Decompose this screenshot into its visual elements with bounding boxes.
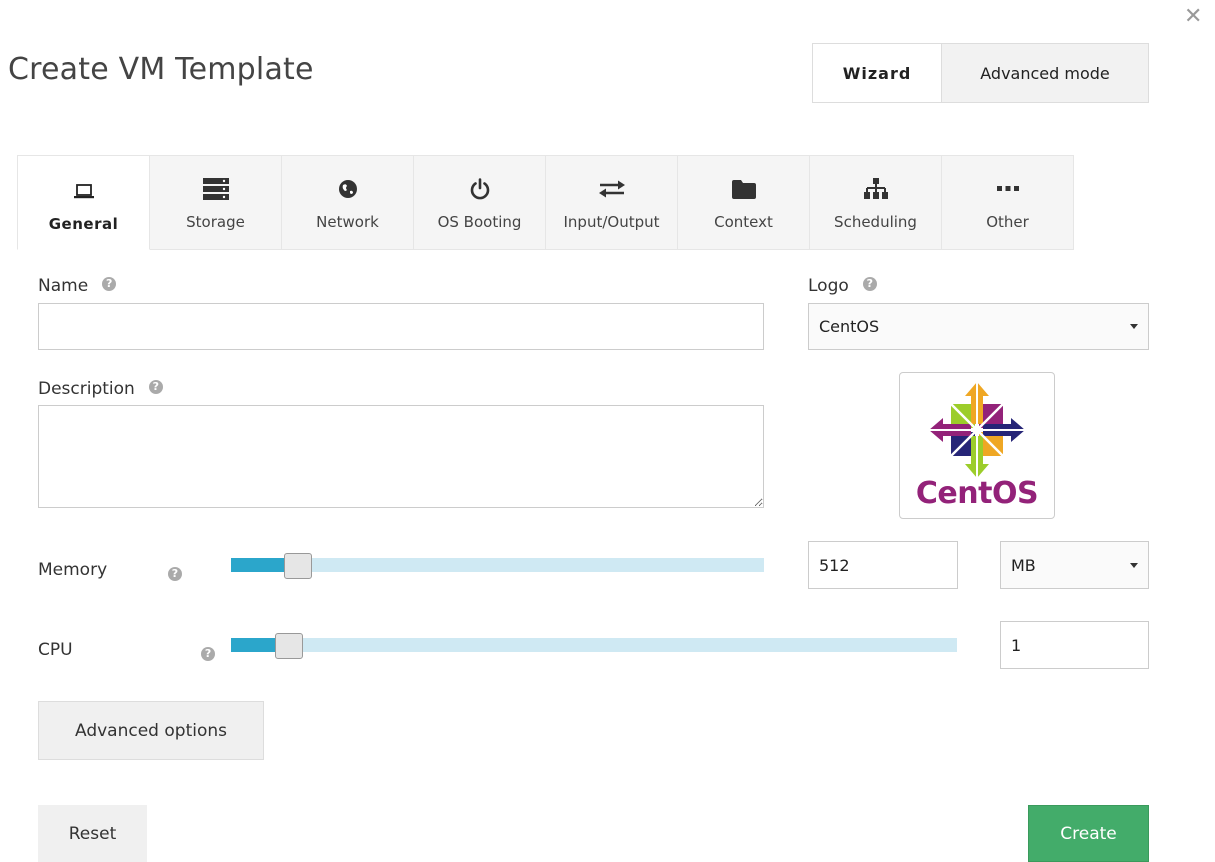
tab-label: Network xyxy=(316,212,379,231)
tab-general[interactable]: General xyxy=(17,155,150,250)
memory-label: Memory xyxy=(38,560,108,580)
close-icon[interactable]: ✕ xyxy=(1184,6,1202,28)
cpu-slider[interactable] xyxy=(231,633,957,659)
tab-os-booting[interactable]: OS Booting xyxy=(414,155,546,250)
tab-input-output[interactable]: Input/Output xyxy=(546,155,678,250)
advanced-mode-button[interactable]: Advanced mode xyxy=(942,44,1148,102)
name-input[interactable] xyxy=(38,303,764,350)
help-icon[interactable]: ? xyxy=(862,277,877,291)
tab-network[interactable]: Network xyxy=(282,155,414,250)
description-label-row: Description? xyxy=(38,379,163,399)
help-icon[interactable]: ? xyxy=(201,646,216,661)
tab-label: General xyxy=(48,214,119,233)
memory-slider-handle[interactable] xyxy=(284,553,313,579)
memory-unit-select[interactable]: MB xyxy=(1000,541,1149,589)
tab-other[interactable]: Other xyxy=(942,155,1074,250)
centos-logo-text: CentOS xyxy=(915,476,1039,511)
sitemap-icon xyxy=(863,175,888,203)
logo-label-row: Logo? xyxy=(808,276,877,296)
memory-input[interactable] xyxy=(808,541,958,589)
tab-context[interactable]: Context xyxy=(678,155,810,250)
wizard-mode-button[interactable]: Wizard xyxy=(813,44,942,102)
description-textarea[interactable] xyxy=(38,405,764,508)
tab-label: Context xyxy=(714,212,773,231)
tab-storage[interactable]: Storage xyxy=(150,155,282,250)
power-icon xyxy=(469,175,491,203)
help-icon[interactable]: ? xyxy=(168,566,182,581)
tab-label: Scheduling xyxy=(834,212,917,231)
tab-label: Other xyxy=(986,212,1029,231)
mode-toggle: Wizard Advanced mode xyxy=(812,43,1149,103)
name-label: Name xyxy=(38,276,89,296)
centos-logo-icon xyxy=(929,382,1025,478)
arrows-exchange-icon xyxy=(598,175,626,203)
centos-logo-preview: CentOS xyxy=(899,372,1055,519)
dialog-title: Create VM Template xyxy=(8,52,314,87)
reset-button[interactable]: Reset xyxy=(38,805,147,862)
server-icon xyxy=(202,175,229,203)
globe-icon xyxy=(338,175,358,203)
create-button[interactable]: Create xyxy=(1028,805,1149,862)
chevron-down-icon xyxy=(1130,562,1138,568)
tab-label: OS Booting xyxy=(437,212,522,231)
description-label: Description xyxy=(38,379,135,399)
laptop-icon xyxy=(73,177,95,205)
cpu-input[interactable] xyxy=(1000,621,1149,669)
logo-select[interactable]: CentOS xyxy=(808,303,1149,350)
tab-label: Input/Output xyxy=(563,212,660,231)
memory-slider[interactable] xyxy=(231,553,764,579)
tab-label: Storage xyxy=(186,212,245,231)
advanced-options-button[interactable]: Advanced options xyxy=(38,701,264,760)
memory-unit-value: MB xyxy=(1011,555,1036,575)
name-label-row: Name? xyxy=(38,276,117,296)
ellipsis-icon xyxy=(996,175,1019,203)
logo-select-value: CentOS xyxy=(819,317,880,336)
chevron-down-icon xyxy=(1130,324,1138,329)
cpu-label: CPU xyxy=(38,640,73,660)
help-icon[interactable]: ? xyxy=(148,380,163,394)
folder-icon xyxy=(731,175,756,203)
help-icon[interactable]: ? xyxy=(102,277,117,291)
section-tabs: General Storage Network OS Booting Input… xyxy=(17,155,1074,250)
cpu-slider-handle[interactable] xyxy=(274,633,303,659)
logo-label: Logo xyxy=(808,276,849,296)
tab-scheduling[interactable]: Scheduling xyxy=(810,155,942,250)
